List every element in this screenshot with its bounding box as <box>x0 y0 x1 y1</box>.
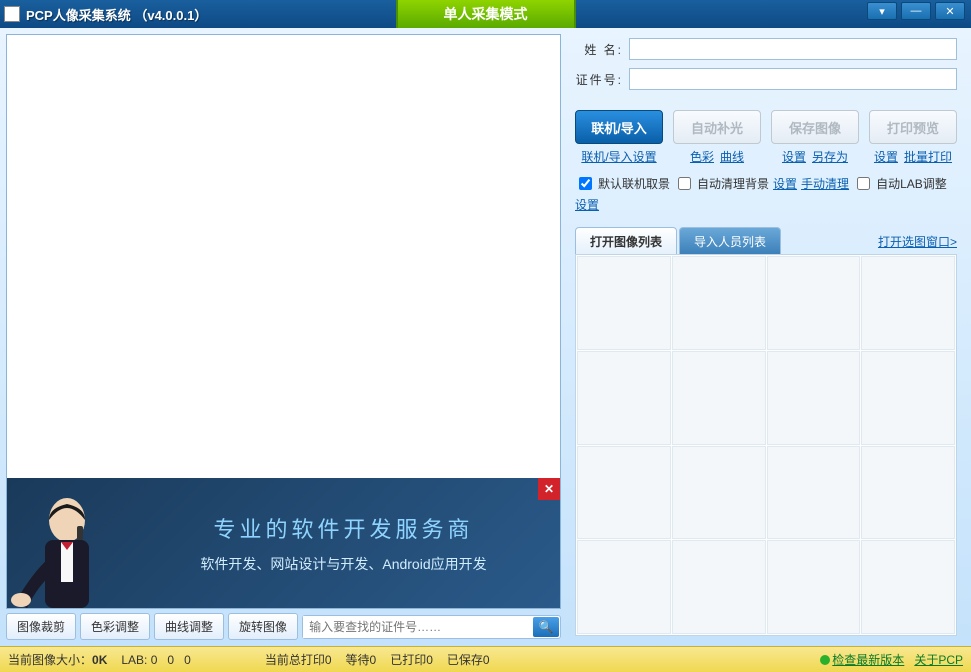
id-label: 证件号: <box>575 71 623 88</box>
grid-cell[interactable] <box>577 540 671 634</box>
tab-import-person-list[interactable]: 导入人员列表 <box>679 227 781 255</box>
save-as-link[interactable]: 另存为 <box>812 148 848 165</box>
grid-cell[interactable] <box>672 351 766 445</box>
connect-settings-link[interactable]: 联机/导入设置 <box>581 148 656 165</box>
app-icon <box>4 6 20 22</box>
auto-clean-bg-label: 自动清理背景 <box>697 175 769 192</box>
grid-cell[interactable] <box>767 446 861 540</box>
curve-link[interactable]: 曲线 <box>720 148 744 165</box>
auto-lab-label: 自动LAB调整 <box>876 175 947 192</box>
minimize-button[interactable]: — <box>901 2 931 20</box>
grid-cell[interactable] <box>767 351 861 445</box>
default-connect-checkbox[interactable] <box>579 177 592 190</box>
curve-adjust-button[interactable]: 曲线调整 <box>154 613 224 640</box>
close-button[interactable]: ✕ <box>935 2 965 20</box>
save-settings-link[interactable]: 设置 <box>782 148 806 165</box>
open-select-window-link[interactable]: 打开选图窗口> <box>878 233 957 250</box>
lab-label: LAB: <box>121 653 147 667</box>
lab-l: 0 <box>151 653 158 667</box>
lab-settings-link[interactable]: 设置 <box>575 196 599 213</box>
check-update-link[interactable]: 检查最新版本 <box>832 651 904 668</box>
print-settings-link[interactable]: 设置 <box>874 148 898 165</box>
grid-cell[interactable] <box>861 540 955 634</box>
grid-cell[interactable] <box>577 351 671 445</box>
grid-cell[interactable] <box>577 446 671 540</box>
waiting-count: 等待0 <box>346 651 377 668</box>
saved-count: 已保存0 <box>447 651 490 668</box>
id-field[interactable] <box>629 68 957 90</box>
search-icon[interactable]: 🔍 <box>533 617 559 637</box>
img-size-value: 0K <box>92 653 107 667</box>
status-bar: 当前图像大小：0K LAB: 0 0 0 当前总打印0 等待0 已打印0 已保存… <box>0 646 971 672</box>
about-link[interactable]: 关于PCP <box>914 651 963 668</box>
ad-person-image <box>7 478 127 608</box>
close-icon[interactable]: ✕ <box>538 478 560 500</box>
lab-a: 0 <box>167 653 174 667</box>
clean-bg-settings-link[interactable]: 设置 <box>773 175 797 192</box>
settings-dropdown-button[interactable]: ▾ <box>867 2 897 20</box>
color-adjust-button[interactable]: 色彩调整 <box>80 613 150 640</box>
ad-headline: 专业的软件开发服务商 <box>137 512 550 544</box>
default-connect-label: 默认联机取景 <box>598 175 670 192</box>
grid-cell[interactable] <box>767 540 861 634</box>
image-grid <box>575 254 957 636</box>
preview-area: ✕ 专业的软件开发服务商 软件开发、网站设计与开发、Android应用开发 <box>6 34 561 609</box>
grid-cell[interactable] <box>672 256 766 350</box>
grid-cell[interactable] <box>672 540 766 634</box>
ad-banner: ✕ 专业的软件开发服务商 软件开发、网站设计与开发、Android应用开发 <box>7 478 560 608</box>
total-print: 当前总打印0 <box>265 651 332 668</box>
mode-banner: 单人采集模式 <box>396 0 576 28</box>
ad-subline: 软件开发、网站设计与开发、Android应用开发 <box>137 554 550 574</box>
img-size-label: 当前图像大小： <box>8 653 92 667</box>
crop-button[interactable]: 图像裁剪 <box>6 613 76 640</box>
color-link[interactable]: 色彩 <box>690 148 714 165</box>
grid-cell[interactable] <box>861 256 955 350</box>
manual-clean-link[interactable]: 手动清理 <box>801 175 849 192</box>
grid-cell[interactable] <box>577 256 671 350</box>
auto-lab-checkbox[interactable] <box>857 177 870 190</box>
batch-print-link[interactable]: 批量打印 <box>904 148 952 165</box>
rotate-button[interactable]: 旋转图像 <box>228 613 298 640</box>
auto-clean-bg-checkbox[interactable] <box>678 177 691 190</box>
printed-count: 已打印0 <box>390 651 433 668</box>
tab-open-image-list[interactable]: 打开图像列表 <box>575 227 677 255</box>
auto-light-button[interactable]: 自动补光 <box>673 110 761 144</box>
lab-b: 0 <box>184 653 191 667</box>
print-preview-button[interactable]: 打印预览 <box>869 110 957 144</box>
grid-cell[interactable] <box>767 256 861 350</box>
grid-cell[interactable] <box>672 446 766 540</box>
app-title: PCP人像采集系统 （v4.0.0.1） <box>26 5 207 24</box>
search-input[interactable] <box>303 616 532 638</box>
connect-import-button[interactable]: 联机/导入 <box>575 110 663 144</box>
grid-cell[interactable] <box>861 351 955 445</box>
save-image-button[interactable]: 保存图像 <box>771 110 859 144</box>
grid-cell[interactable] <box>861 446 955 540</box>
titlebar: PCP人像采集系统 （v4.0.0.1） 单人采集模式 ▾ — ✕ <box>0 0 971 28</box>
name-field[interactable] <box>629 38 957 60</box>
name-label: 姓 名: <box>575 41 623 58</box>
update-dot-icon <box>820 655 830 665</box>
